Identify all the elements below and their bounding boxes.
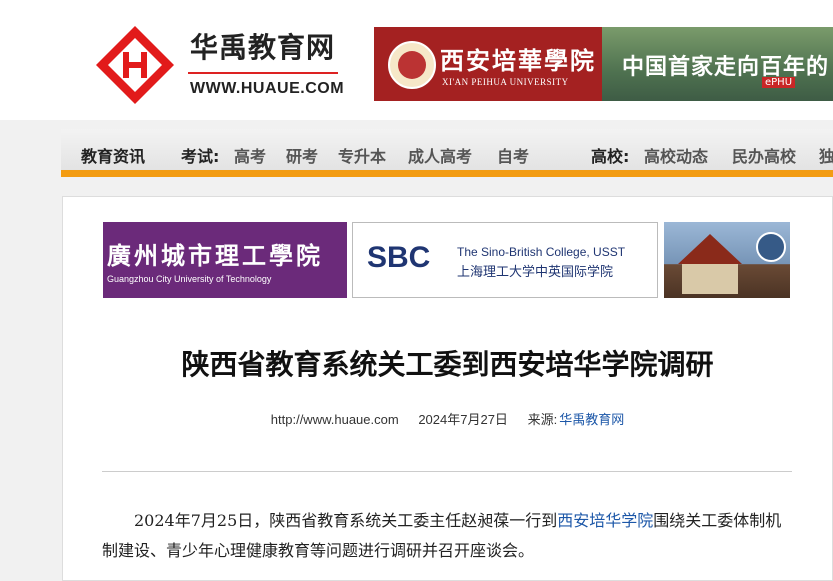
nav-item-yankao[interactable]: 研考 <box>286 143 318 167</box>
peihua-banner[interactable]: 西安培華學院 XI'AN PEIHUA UNIVERSITY 中国首家走向百年的… <box>374 27 833 101</box>
article-url: http://www.huaue.com <box>270 412 399 427</box>
article-source-label: 来源: <box>527 412 558 427</box>
article-meta: http://www.huaue.com 2024年7月27日 来源: 华禹教育网 <box>62 409 833 428</box>
building-roof-icon <box>678 234 742 264</box>
site-header: 华禹教育网 WWW.HUAUE.COM 西安培華學院 XI'AN PEIHUA … <box>0 0 833 120</box>
article-source-link[interactable]: 华禹教育网 <box>559 412 624 427</box>
banner-left-panel: 西安培華學院 XI'AN PEIHUA UNIVERSITY <box>374 27 602 101</box>
nav-item-college-news[interactable]: 高校动态 <box>644 143 708 167</box>
nav-item-zikao[interactable]: 自考 <box>497 143 529 167</box>
banner-en-text: XI'AN PEIHUA UNIVERSITY <box>442 77 569 87</box>
ad-guangzhou-city[interactable]: 廣州城市理工學院 Guangzhou City University of Te… <box>103 222 347 298</box>
ad-campus-building[interactable] <box>664 222 790 298</box>
article-title: 陕西省教育系统关工委到西安培华学院调研 <box>181 348 714 381</box>
university-emblem-icon <box>756 232 786 262</box>
ad1-cn-text: 廣州城市理工學院 <box>107 241 323 270</box>
ad1-en-text: Guangzhou City University of Technology <box>107 274 272 284</box>
peihua-seal-icon <box>388 41 436 89</box>
para-text-before: 2024年7月25日，陕西省教育系统关工委主任赵昶葆一行到 <box>134 511 558 530</box>
huaue-logo-icon[interactable] <box>96 26 174 104</box>
banner-slogan: 中国首家走向百年的 <box>622 55 830 80</box>
ad-sino-british-college[interactable]: SBC The Sino-British College, USST 上海理工大… <box>352 222 658 298</box>
nav-item-chengren[interactable]: 成人高考 <box>408 143 472 167</box>
article-date: 2024年7月27日 <box>418 412 508 427</box>
logo-divider <box>188 72 338 74</box>
nav-item-private-college[interactable]: 民办高校 <box>732 143 796 167</box>
site-url[interactable]: WWW.HUAUE.COM <box>190 80 344 98</box>
nav-item-truncated[interactable]: 独 <box>819 143 833 167</box>
divider <box>102 471 792 472</box>
nav-item-zhuanshengben[interactable]: 专升本 <box>338 143 386 167</box>
main-nav: 教育资讯 考试: 高考 研考 专升本 成人高考 自考 高校: 高校动态 民办高校… <box>61 129 833 177</box>
peihua-link[interactable]: 西安培华学院 <box>557 511 653 530</box>
banner-badge: ePHU <box>762 77 796 88</box>
building-icon <box>682 264 738 294</box>
article-paragraph: 2024年7月25日，陕西省教育系统关工委主任赵昶葆一行到西安培华学院围绕关工委… <box>102 506 792 566</box>
banner-cn-text: 西安培華學院 <box>440 46 596 75</box>
ad2-cn-text: 上海理工大学中英国际学院 <box>457 265 614 280</box>
nav-exam-label: 考试: <box>181 147 220 166</box>
nav-college-label: 高校: <box>591 147 630 166</box>
site-name[interactable]: 华禹教育网 <box>190 26 335 66</box>
nav-news[interactable]: 教育资讯 <box>81 143 145 167</box>
sbc-logo: SBC <box>367 241 431 274</box>
nav-item-gaokao[interactable]: 高考 <box>234 143 266 167</box>
ad2-en-text: The Sino-British College, USST <box>457 245 626 259</box>
